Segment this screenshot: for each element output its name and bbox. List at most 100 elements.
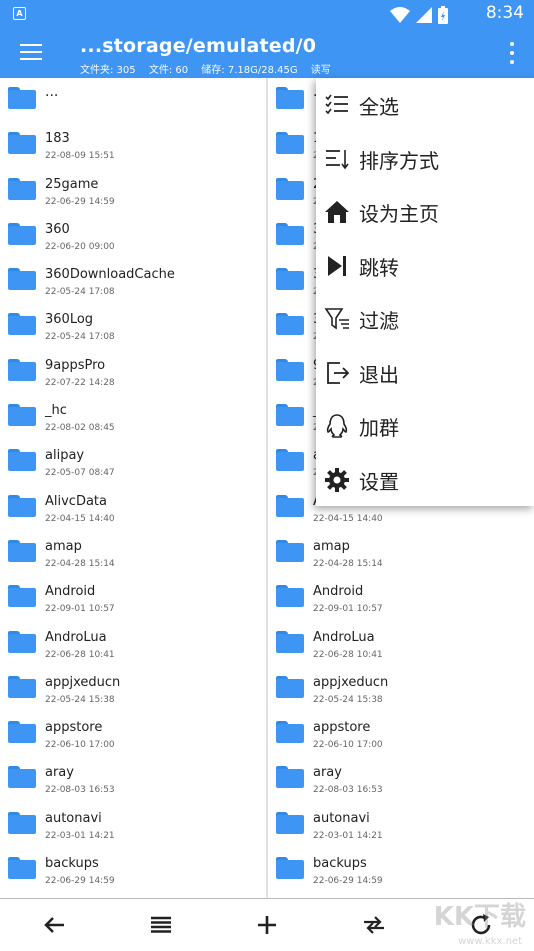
folder-row[interactable]: Android 22-09-01 10:57	[0, 576, 266, 621]
folder-icon	[8, 449, 36, 472]
menu-item-label: 跳转	[359, 255, 399, 280]
filter-icon	[324, 306, 350, 332]
folder-row[interactable]: 360Log 22-05-24 17:08	[0, 304, 266, 349]
jump-icon	[324, 253, 350, 279]
folder-icon	[276, 675, 304, 698]
parent-directory-row[interactable]: ...	[0, 78, 266, 123]
notification-icon: A	[13, 7, 26, 20]
folder-modified-date: 22-03-01 14:21	[313, 830, 383, 841]
folder-icon	[8, 585, 36, 608]
folder-icon	[276, 721, 304, 744]
folder-row[interactable]: 25game 22-06-29 14:59	[0, 169, 266, 214]
folder-modified-date: 22-09-01 10:57	[45, 604, 115, 615]
folder-icon	[8, 630, 36, 653]
folder-row[interactable]: 360 22-06-20 09:00	[0, 214, 266, 259]
folder-icon	[276, 132, 304, 155]
folder-icon	[276, 585, 304, 608]
folder-icon	[276, 857, 304, 880]
folder-row[interactable]: _hc 22-08-02 08:45	[0, 395, 266, 440]
folder-name: amap	[45, 538, 82, 554]
folder-row[interactable]: backups 22-06-29 14:59	[0, 848, 266, 893]
folder-row[interactable]: autonavi 22-03-01 14:21	[0, 803, 266, 848]
menu-item[interactable]: 加群	[316, 399, 534, 453]
folder-name: amap	[313, 538, 350, 554]
folder-name: Android	[313, 584, 364, 600]
folder-icon	[8, 721, 36, 744]
folder-row[interactable]: appjxeducn 22-05-24 15:38	[268, 667, 534, 712]
menu-item[interactable]: 全选	[316, 78, 534, 132]
select-all-icon	[324, 92, 350, 118]
file-count: 文件: 60	[148, 65, 189, 76]
status-icons	[390, 6, 448, 24]
folder-name: 360DownloadCache	[45, 267, 175, 283]
folder-row[interactable]: alipay 22-05-07 08:47	[0, 440, 266, 485]
plus-icon[interactable]	[253, 911, 281, 939]
folder-modified-date: 22-03-01 14:21	[45, 830, 115, 841]
folder-icon	[8, 87, 36, 109]
folder-row[interactable]: 360DownloadCache 22-05-24 17:08	[0, 259, 266, 304]
folder-name: 183	[45, 131, 70, 147]
back-arrow-icon[interactable]	[40, 911, 68, 939]
folder-name: appjxeducn	[45, 674, 121, 690]
menu-item[interactable]: 设置	[316, 453, 534, 507]
folder-name: AndroLua	[313, 629, 375, 645]
hamburger-menu-icon[interactable]	[20, 44, 42, 62]
folder-name: autonavi	[313, 810, 370, 826]
folder-row[interactable]: AlivcData 22-04-15 14:40	[0, 486, 266, 531]
menu-item-label: 过滤	[359, 309, 399, 333]
folder-name: backups	[45, 856, 99, 872]
folder-row[interactable]: backups 22-06-29 14:59	[268, 848, 534, 893]
folder-row[interactable]: AndroLua 22-06-28 10:41	[268, 622, 534, 667]
folder-icon	[8, 539, 36, 562]
list-icon[interactable]	[147, 911, 175, 939]
battery-icon	[438, 6, 448, 24]
menu-item[interactable]: 跳转	[316, 239, 534, 293]
menu-item[interactable]: 过滤	[316, 292, 534, 346]
folder-row[interactable]: aray 22-08-03 16:53	[0, 757, 266, 802]
storage-summary: 文件夹: 305 文件: 60 储存: 7.18G/28.45G 读写	[80, 61, 341, 76]
folder-icon	[276, 404, 304, 427]
folder-icon	[8, 857, 36, 880]
folder-modified-date: 22-04-28 15:14	[313, 558, 383, 569]
menu-item[interactable]: 退出	[316, 346, 534, 400]
folder-row[interactable]: amap 22-04-28 15:14	[0, 531, 266, 576]
folder-icon	[276, 313, 304, 336]
folder-icon	[8, 222, 36, 245]
folder-icon	[276, 268, 304, 291]
folder-row[interactable]: autonavi 22-03-01 14:21	[268, 803, 534, 848]
folder-modified-date: 22-09-01 10:57	[313, 604, 383, 615]
folder-icon	[8, 177, 36, 200]
folder-row[interactable]: 9appsPro 22-07-22 14:28	[0, 350, 266, 395]
folder-name: 9appsPro	[45, 357, 106, 373]
watermark-logo: KK下载 www.kkx.net	[406, 896, 526, 950]
folder-icon	[276, 87, 304, 109]
folder-modified-date: 22-05-24 17:08	[45, 332, 115, 343]
folder-name: Android	[45, 584, 96, 600]
swap-icon[interactable]	[360, 911, 388, 939]
folder-row[interactable]: amap 22-04-28 15:14	[268, 531, 534, 576]
folder-row[interactable]: appjxeducn 22-05-24 15:38	[0, 667, 266, 712]
menu-item-label: 设为主页	[359, 202, 439, 226]
menu-item[interactable]: 设为主页	[316, 185, 534, 239]
folder-row[interactable]: appstore 22-06-10 17:00	[0, 712, 266, 757]
folder-icon	[276, 358, 304, 381]
folder-icon	[8, 766, 36, 789]
menu-item[interactable]: 排序方式	[316, 132, 534, 186]
folder-name: aray	[45, 765, 74, 781]
menu-item-label: 排序方式	[359, 148, 439, 173]
menu-item-label: 设置	[359, 469, 399, 494]
folder-modified-date: 22-04-15 14:40	[45, 513, 115, 524]
folder-icon	[276, 177, 304, 200]
folder-name: aray	[313, 765, 342, 781]
folder-modified-date: 22-06-29 14:59	[45, 196, 115, 207]
storage-usage: 储存: 7.18G/28.45G	[201, 65, 298, 76]
overflow-popup-menu: 全选排序方式设为主页跳转过滤退出 加群设置	[316, 78, 534, 506]
overflow-menu-icon[interactable]	[510, 42, 516, 64]
folder-row[interactable]: 183 22-08-09 15:51	[0, 123, 266, 168]
folder-row[interactable]: appstore 22-06-10 17:00	[268, 712, 534, 757]
folder-row[interactable]: AndroLua 22-06-28 10:41	[0, 622, 266, 667]
folder-icon	[276, 630, 304, 653]
folder-row[interactable]: aray 22-08-03 16:53	[268, 757, 534, 802]
folder-count: 文件夹: 305	[80, 65, 136, 76]
folder-row[interactable]: Android 22-09-01 10:57	[268, 576, 534, 621]
